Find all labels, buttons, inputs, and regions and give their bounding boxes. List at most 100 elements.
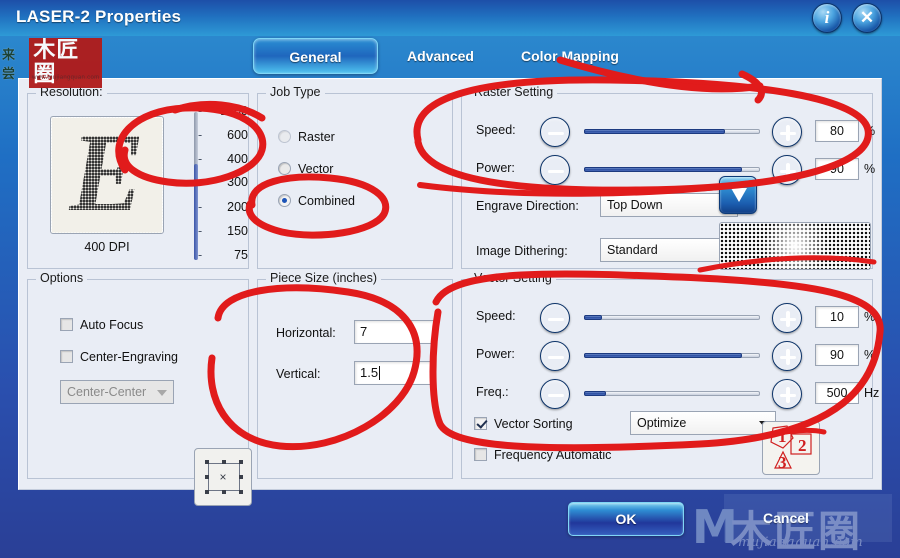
vector-freq-slider-fill[interactable] [584, 391, 606, 396]
raster-power-decrease-button[interactable] [540, 155, 570, 185]
preview-glyph: E [69, 116, 145, 234]
resolution-tick[interactable]: 600 [198, 128, 250, 142]
resolution-tick[interactable]: 200 [198, 200, 250, 214]
options-group: Options Auto Focus Center-Engraving Cent… [27, 271, 252, 506]
watermark-domain: mujiangquan.com [738, 535, 864, 550]
auto-focus-checkbox[interactable]: Auto Focus [60, 318, 143, 332]
horizontal-input[interactable]: 7 [354, 320, 434, 344]
resolution-group: Resolution: E 400 DPI 1200 600 400 300 2… [27, 85, 250, 269]
raster-speed-slider-fill[interactable] [584, 129, 725, 134]
vector-speed-slider-fill[interactable] [584, 315, 602, 320]
chevron-down-icon[interactable] [157, 390, 167, 396]
piece-size-group-title: Piece Size (inches) [266, 271, 381, 285]
radio-vector-indicator[interactable] [278, 162, 291, 175]
auto-focus-checkbox-indicator[interactable] [60, 318, 73, 331]
vector-speed-increase-button[interactable] [772, 303, 802, 333]
vector-speed-label: Speed: [476, 309, 516, 323]
center-position-combo[interactable]: Center-Center [60, 380, 174, 404]
vector-power-decrease-button[interactable] [540, 341, 570, 371]
properties-window: LASER-2 Properties i ✕ General Advanced … [0, 0, 900, 558]
image-dithering-combo[interactable]: Standard [600, 238, 738, 262]
resolution-tick[interactable]: 150 [198, 224, 250, 238]
center-engraving-label: Center-Engraving [80, 350, 178, 364]
frequency-automatic-label: Frequency Automatic [494, 448, 612, 462]
resolution-tick[interactable]: 1200 [198, 104, 250, 118]
raster-speed-increase-button[interactable] [772, 117, 802, 147]
vector-power-slider-fill[interactable] [584, 353, 742, 358]
raster-setting-group-title: Raster Setting [470, 85, 558, 99]
job-type-group: Job Type Raster Vector Combined [257, 85, 453, 269]
vector-power-value[interactable]: 90 [815, 344, 859, 366]
engrave-direction-label: Engrave Direction: [476, 199, 579, 213]
origin-position-grid-icon[interactable]: × [194, 448, 252, 506]
vector-freq-increase-button[interactable] [772, 379, 802, 409]
raster-speed-label: Speed: [476, 123, 516, 137]
center-engraving-checkbox[interactable]: Center-Engraving [60, 350, 178, 364]
vector-freq-label: Freq.: [476, 385, 509, 399]
vector-freq-decrease-button[interactable] [540, 379, 570, 409]
window-title: LASER-2 Properties [16, 7, 182, 26]
vector-speed-unit: % [864, 310, 876, 324]
resolution-tick[interactable]: 75 [198, 248, 250, 262]
radio-raster[interactable]: Raster [278, 130, 335, 144]
raster-power-unit: % [864, 162, 876, 176]
vector-sort-shapes [770, 425, 812, 469]
resolution-dpi-label: 400 DPI [84, 240, 130, 254]
engrave-direction-combo[interactable]: Top Down [600, 193, 738, 217]
ok-button[interactable]: OK [568, 502, 684, 536]
raster-power-slider-fill[interactable] [584, 167, 742, 172]
dither-preview-image [719, 222, 871, 270]
vertical-label: Vertical: [276, 367, 321, 381]
resolution-tick[interactable]: 400 [198, 152, 250, 166]
origin-center-marker: × [219, 470, 227, 484]
vector-power-unit: % [864, 348, 876, 362]
sort-number-1: 1 [778, 427, 787, 446]
sort-number-3: 3 [778, 453, 787, 472]
radio-vector[interactable]: Vector [278, 162, 333, 176]
vector-power-label: Power: [476, 347, 515, 361]
frequency-automatic-checkbox[interactable]: Frequency Automatic [474, 448, 611, 462]
image-dithering-label: Image Dithering: [476, 244, 568, 258]
horizontal-label: Horizontal: [276, 326, 336, 340]
tab-color-mapping[interactable]: Color Mapping [505, 38, 635, 74]
resolution-preview: E [50, 116, 164, 234]
text-cursor [379, 366, 381, 380]
frequency-automatic-checkbox-indicator[interactable] [474, 448, 487, 461]
center-engraving-checkbox-indicator[interactable] [60, 350, 73, 363]
vertical-input-value: 1.5 [360, 365, 379, 380]
raster-power-value[interactable]: 90 [815, 158, 859, 180]
tab-general[interactable]: General [253, 38, 378, 74]
vector-freq-unit: Hz [864, 386, 880, 400]
vector-sorting-checkbox-indicator[interactable] [474, 417, 487, 430]
radio-combined[interactable]: Combined [278, 194, 355, 208]
resolution-tick[interactable]: 300 [198, 175, 250, 189]
job-type-group-title: Job Type [266, 85, 325, 99]
general-tab-panel: Resolution: E 400 DPI 1200 600 400 300 2… [18, 78, 882, 506]
vector-setting-group-title: Vector Setting [470, 271, 556, 285]
vector-freq-value[interactable]: 500 [815, 382, 859, 404]
info-icon[interactable]: i [812, 3, 842, 33]
center-position-value: Center-Center [67, 385, 147, 399]
radio-raster-indicator[interactable] [278, 130, 291, 143]
resolution-tick-labels: 1200 600 400 300 200 150 75 [198, 104, 250, 266]
raster-speed-decrease-button[interactable] [540, 117, 570, 147]
vector-freq-slider-track[interactable] [584, 391, 760, 396]
vector-speed-decrease-button[interactable] [540, 303, 570, 333]
raster-power-label: Power: [476, 161, 515, 175]
raster-power-increase-button[interactable] [772, 155, 802, 185]
vector-sorting-mode-combo[interactable]: Optimize [630, 411, 776, 435]
raster-speed-value[interactable]: 80 [815, 120, 859, 142]
radio-combined-indicator[interactable] [278, 194, 291, 207]
title-bar: LASER-2 Properties i ✕ [0, 0, 900, 36]
tab-advanced[interactable]: Advanced [393, 38, 488, 74]
vector-sorting-checkbox[interactable]: Vector Sorting [474, 417, 573, 431]
vector-sort-order-icon[interactable]: 1 2 3 [762, 421, 820, 475]
vector-speed-value[interactable]: 10 [815, 306, 859, 328]
cancel-button[interactable]: Cancel [730, 502, 842, 536]
vector-sorting-label: Vector Sorting [494, 417, 573, 431]
engrave-direction-dropdown-button[interactable] [719, 176, 757, 214]
vector-power-increase-button[interactable] [772, 341, 802, 371]
close-icon[interactable]: ✕ [852, 3, 882, 33]
vector-speed-slider-track[interactable] [584, 315, 760, 320]
vertical-input[interactable]: 1.5 [354, 361, 434, 385]
